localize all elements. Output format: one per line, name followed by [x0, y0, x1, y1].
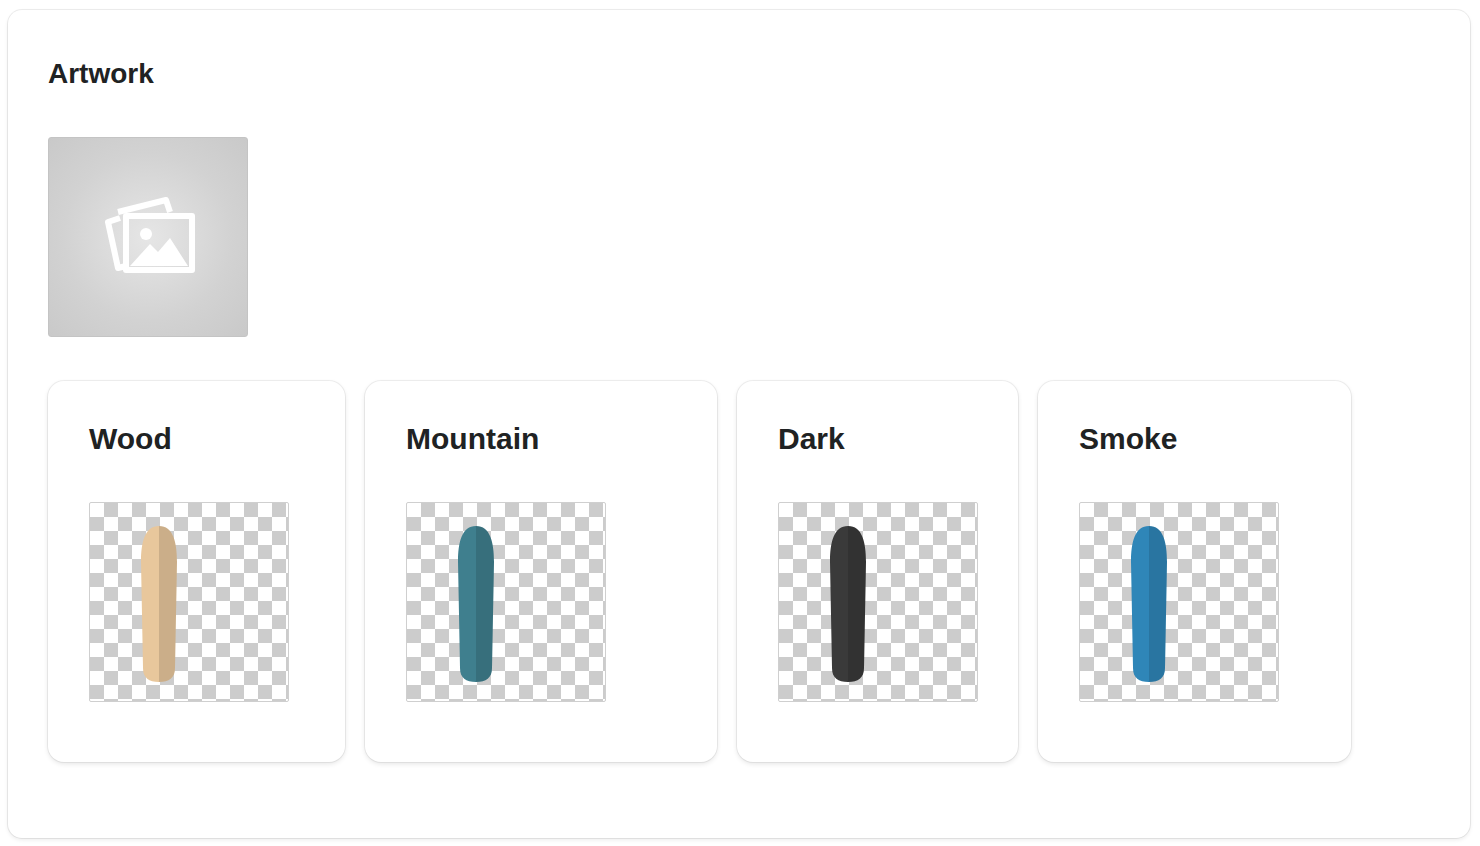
variant-card[interactable]: Wood: [48, 381, 345, 762]
image-placeholder-icon: [96, 192, 200, 282]
skateboard-icon: [89, 502, 289, 702]
page: Artwork Wood Mountain Dark Smoke: [0, 0, 1480, 846]
variant-thumbnail: [406, 502, 606, 702]
section-title: Artwork: [48, 58, 1430, 90]
variant-card[interactable]: Mountain: [365, 381, 717, 762]
variant-thumbnail: [1079, 502, 1279, 702]
variant-name: Mountain: [406, 421, 697, 457]
variant-thumbnail: [89, 502, 289, 702]
skateboard-icon: [406, 502, 606, 702]
artwork-placeholder[interactable]: [48, 137, 248, 337]
skateboard-icon: [778, 502, 978, 702]
variant-card[interactable]: Smoke: [1038, 381, 1351, 762]
variant-name: Dark: [778, 421, 998, 457]
variant-list: Wood Mountain Dark Smoke: [48, 381, 1430, 762]
artwork-card: Artwork Wood Mountain Dark Smoke: [8, 10, 1470, 838]
skateboard-icon: [1079, 502, 1279, 702]
variant-name: Smoke: [1079, 421, 1331, 457]
variant-card[interactable]: Dark: [737, 381, 1018, 762]
variant-thumbnail: [778, 502, 978, 702]
variant-name: Wood: [89, 421, 325, 457]
